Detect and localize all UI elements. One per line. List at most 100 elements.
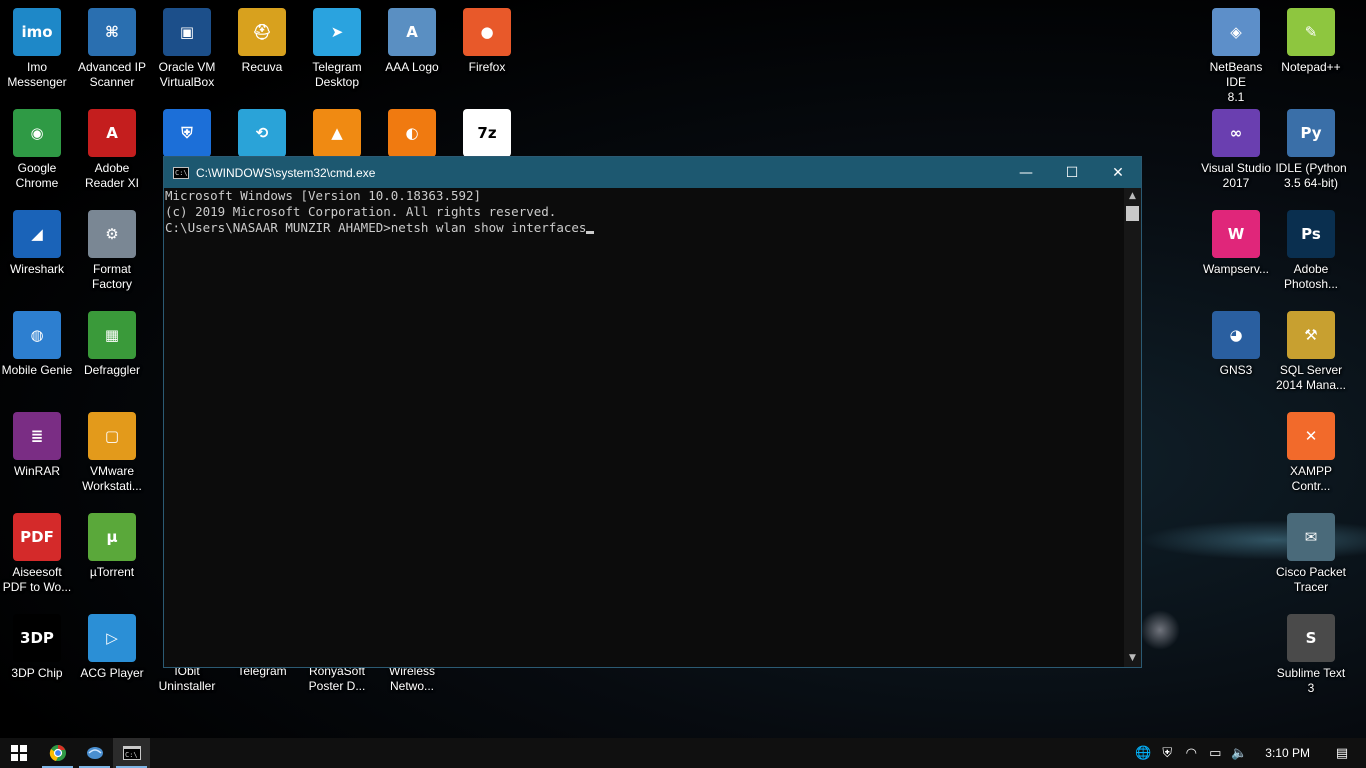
svg-text:C:\: C:\ — [125, 751, 138, 759]
desktop-icon-idle-python[interactable]: Py IDLE (Python 3.5 64-bit) — [1273, 109, 1349, 191]
desktop-icon-label: µTorrent — [89, 565, 135, 579]
network-globe-icon[interactable]: 🌐 — [1131, 746, 1155, 761]
cmd-titlebar[interactable]: C:\ C:\WINDOWS\system32\cmd.exe — ☐ ✕ — [164, 157, 1141, 188]
desktop-icon-xampp[interactable]: ✕ XAMPP Contr... — [1273, 412, 1349, 494]
desktop-icon-recuva[interactable]: ⛑ Recuva — [224, 8, 300, 75]
desktop-icon-notepad-plus-plus[interactable]: ✎ Notepad++ — [1273, 8, 1349, 75]
mobile-genie-icon: ◍ — [13, 311, 61, 359]
desktop-icon-label: 3DP Chip — [11, 666, 63, 680]
acg-player-icon: ▷ — [88, 614, 136, 662]
desktop-icon-wireless-network[interactable]: Wireless Netwo... — [374, 664, 450, 694]
aiseesoft-pdf-icon: PDF — [13, 513, 61, 561]
vmware-workstation-icon: ▢ — [88, 412, 136, 460]
desktop-icon-utorrent[interactable]: µ µTorrent — [74, 513, 150, 580]
desktop-icon-imo-messenger[interactable]: imo Imo Messenger — [0, 8, 75, 90]
desktop-icon-label: IObit Uninstaller — [158, 664, 216, 693]
desktop-icon-google-chrome[interactable]: ◉ Google Chrome — [0, 109, 75, 191]
7zip-icon: 7z — [463, 109, 511, 157]
desktop-icon-gns3[interactable]: ◕ GNS3 — [1198, 311, 1274, 378]
desktop-icon-vlc[interactable]: ▲ — [299, 109, 375, 161]
minimize-button[interactable]: — — [1003, 157, 1049, 188]
desktop-icon-label: Imo Messenger — [7, 60, 67, 89]
desktop-icon-sublime-text[interactable]: S Sublime Text 3 — [1273, 614, 1349, 696]
volume-icon[interactable]: 🔈 — [1227, 746, 1251, 761]
desktop-icon-adobe-photoshop[interactable]: Ps Adobe Photosh... — [1273, 210, 1349, 292]
scroll-down-arrow-icon[interactable]: ▼ — [1124, 650, 1141, 667]
desktop-icon-ronyasoft-poster[interactable]: RonyaSoft Poster D... — [299, 664, 375, 694]
desktop-icon-bitdefender[interactable]: ⛨ — [149, 109, 225, 161]
security-shield-icon[interactable]: ⛨ — [1155, 746, 1179, 761]
netbeans-icon: ◈ — [1212, 8, 1260, 56]
desktop-icon-advanced-ip-scanner[interactable]: ⌘ Advanced IP Scanner — [74, 8, 150, 90]
desktop-icon-label: Google Chrome — [15, 161, 59, 190]
desktop-icon-label: Firefox — [468, 60, 506, 74]
scroll-up-arrow-icon[interactable]: ▲ — [1124, 188, 1141, 205]
idle-python-icon: Py — [1287, 109, 1335, 157]
desktop-icon-visual-studio[interactable]: ∞ Visual Studio 2017 — [1198, 109, 1274, 191]
scroll-thumb[interactable] — [1126, 206, 1139, 221]
desktop-icon-mobile-genie[interactable]: ◍ Mobile Genie — [0, 311, 75, 378]
console-output[interactable]: Microsoft Windows [Version 10.0.18363.59… — [164, 188, 1124, 667]
imo-messenger-icon: imo — [13, 8, 61, 56]
desktop-icon-label: Recuva — [241, 60, 283, 74]
desktop-icon-adobe-reader[interactable]: A Adobe Reader XI — [74, 109, 150, 191]
desktop-icon-wireshark[interactable]: ◢ Wireshark — [0, 210, 75, 277]
power-icon[interactable]: ▭ — [1203, 746, 1227, 761]
desktop-icon-label: RonyaSoft Poster D... — [308, 664, 366, 693]
desktop-icon-label: Adobe Reader XI — [84, 161, 140, 190]
text-cursor — [586, 231, 595, 234]
recuva-icon: ⛑ — [238, 8, 286, 56]
desktop-icon-firefox[interactable]: ● Firefox — [449, 8, 525, 75]
chrome-icon — [49, 745, 66, 761]
wifi-icon[interactable]: ◠ — [1179, 746, 1203, 761]
desktop-icon-aaa-logo[interactable]: A AAA Logo — [374, 8, 450, 75]
sql-server-icon: ⚒ — [1287, 311, 1335, 359]
desktop-icon-sql-server[interactable]: ⚒ SQL Server 2014 Mana... — [1273, 311, 1349, 393]
aaa-logo-icon: A — [388, 8, 436, 56]
defraggler-icon: ▦ — [88, 311, 136, 359]
console-command: C:\Users\NASAAR MUNZIR AHAMED>netsh wlan… — [165, 220, 587, 235]
desktop-icon-telegram-desktop[interactable]: ➤ Telegram Desktop — [299, 8, 375, 90]
clock[interactable]: 3:10 PM — [1265, 746, 1310, 760]
desktop-icon-7zip[interactable]: 7z — [449, 109, 525, 161]
desktop-icon-wampserver[interactable]: W Wampserv... — [1198, 210, 1274, 277]
desktop-icon-acg-player[interactable]: ▷ ACG Player — [74, 614, 150, 681]
google-chrome-icon: ◉ — [13, 109, 61, 157]
desktop-icon-label: Mobile Genie — [1, 363, 73, 377]
desktop-icon-label: Advanced IP Scanner — [77, 60, 147, 89]
cmd-window[interactable]: C:\ C:\WINDOWS\system32\cmd.exe — ☐ ✕ Mi… — [163, 156, 1142, 668]
desktop-icon-cisco-packet-tracer[interactable]: ✉ Cisco Packet Tracer — [1273, 513, 1349, 595]
desktop-icon-aiseesoft-pdf[interactable]: PDF Aiseesoft PDF to Wo... — [0, 513, 75, 595]
close-button[interactable]: ✕ — [1095, 157, 1141, 188]
taskbar-cmd[interactable]: C:\ — [113, 738, 150, 768]
taskbar-network-app[interactable] — [76, 738, 113, 768]
taskbar-chrome[interactable] — [39, 738, 76, 768]
desktop-icon-label: Format Factory — [91, 262, 132, 291]
desktop-icon-label: Defraggler — [83, 363, 141, 377]
vertical-scrollbar[interactable]: ▲ ▼ — [1124, 188, 1141, 667]
desktop-icon-label: GNS3 — [1219, 363, 1253, 377]
start-button[interactable] — [0, 738, 37, 768]
desktop-icon-label: Sublime Text 3 — [1276, 666, 1346, 695]
winrar-icon: ≣ — [13, 412, 61, 460]
desktop-icon-shareit[interactable]: ⟲ — [224, 109, 300, 161]
desktop-icon-vmware-workstation[interactable]: ▢ VMware Workstati... — [74, 412, 150, 494]
gns3-icon: ◕ — [1212, 311, 1260, 359]
window-title: C:\WINDOWS\system32\cmd.exe — [196, 165, 376, 180]
desktop-icon-label: VMware Workstati... — [82, 464, 142, 493]
desktop-icon-3dp-chip[interactable]: 3DP 3DP Chip — [0, 614, 75, 681]
desktop-icon-label: XAMPP Contr... — [1289, 464, 1332, 493]
maximize-button[interactable]: ☐ — [1049, 157, 1095, 188]
notification-icon[interactable]: ▤ — [1330, 746, 1354, 761]
desktop-icon-winrar[interactable]: ≣ WinRAR — [0, 412, 75, 479]
desktop-icon-iobit-uninstaller[interactable]: IObit Uninstaller — [149, 664, 225, 694]
desktop-icon-netbeans[interactable]: ◈ NetBeans IDE 8.1 — [1198, 8, 1274, 105]
desktop-icon-virtualbox[interactable]: ▣ Oracle VM VirtualBox — [149, 8, 225, 90]
desktop-icon-format-factory[interactable]: ⚙ Format Factory — [74, 210, 150, 292]
console-line: (c) 2019 Microsoft Corporation. All righ… — [165, 204, 557, 219]
ashampoo-icon: ◐ — [388, 109, 436, 157]
advanced-ip-scanner-icon: ⌘ — [88, 8, 136, 56]
desktop-icon-label: ACG Player — [80, 666, 144, 680]
desktop-icon-defraggler[interactable]: ▦ Defraggler — [74, 311, 150, 378]
desktop-icon-ashampoo[interactable]: ◐ — [374, 109, 450, 161]
